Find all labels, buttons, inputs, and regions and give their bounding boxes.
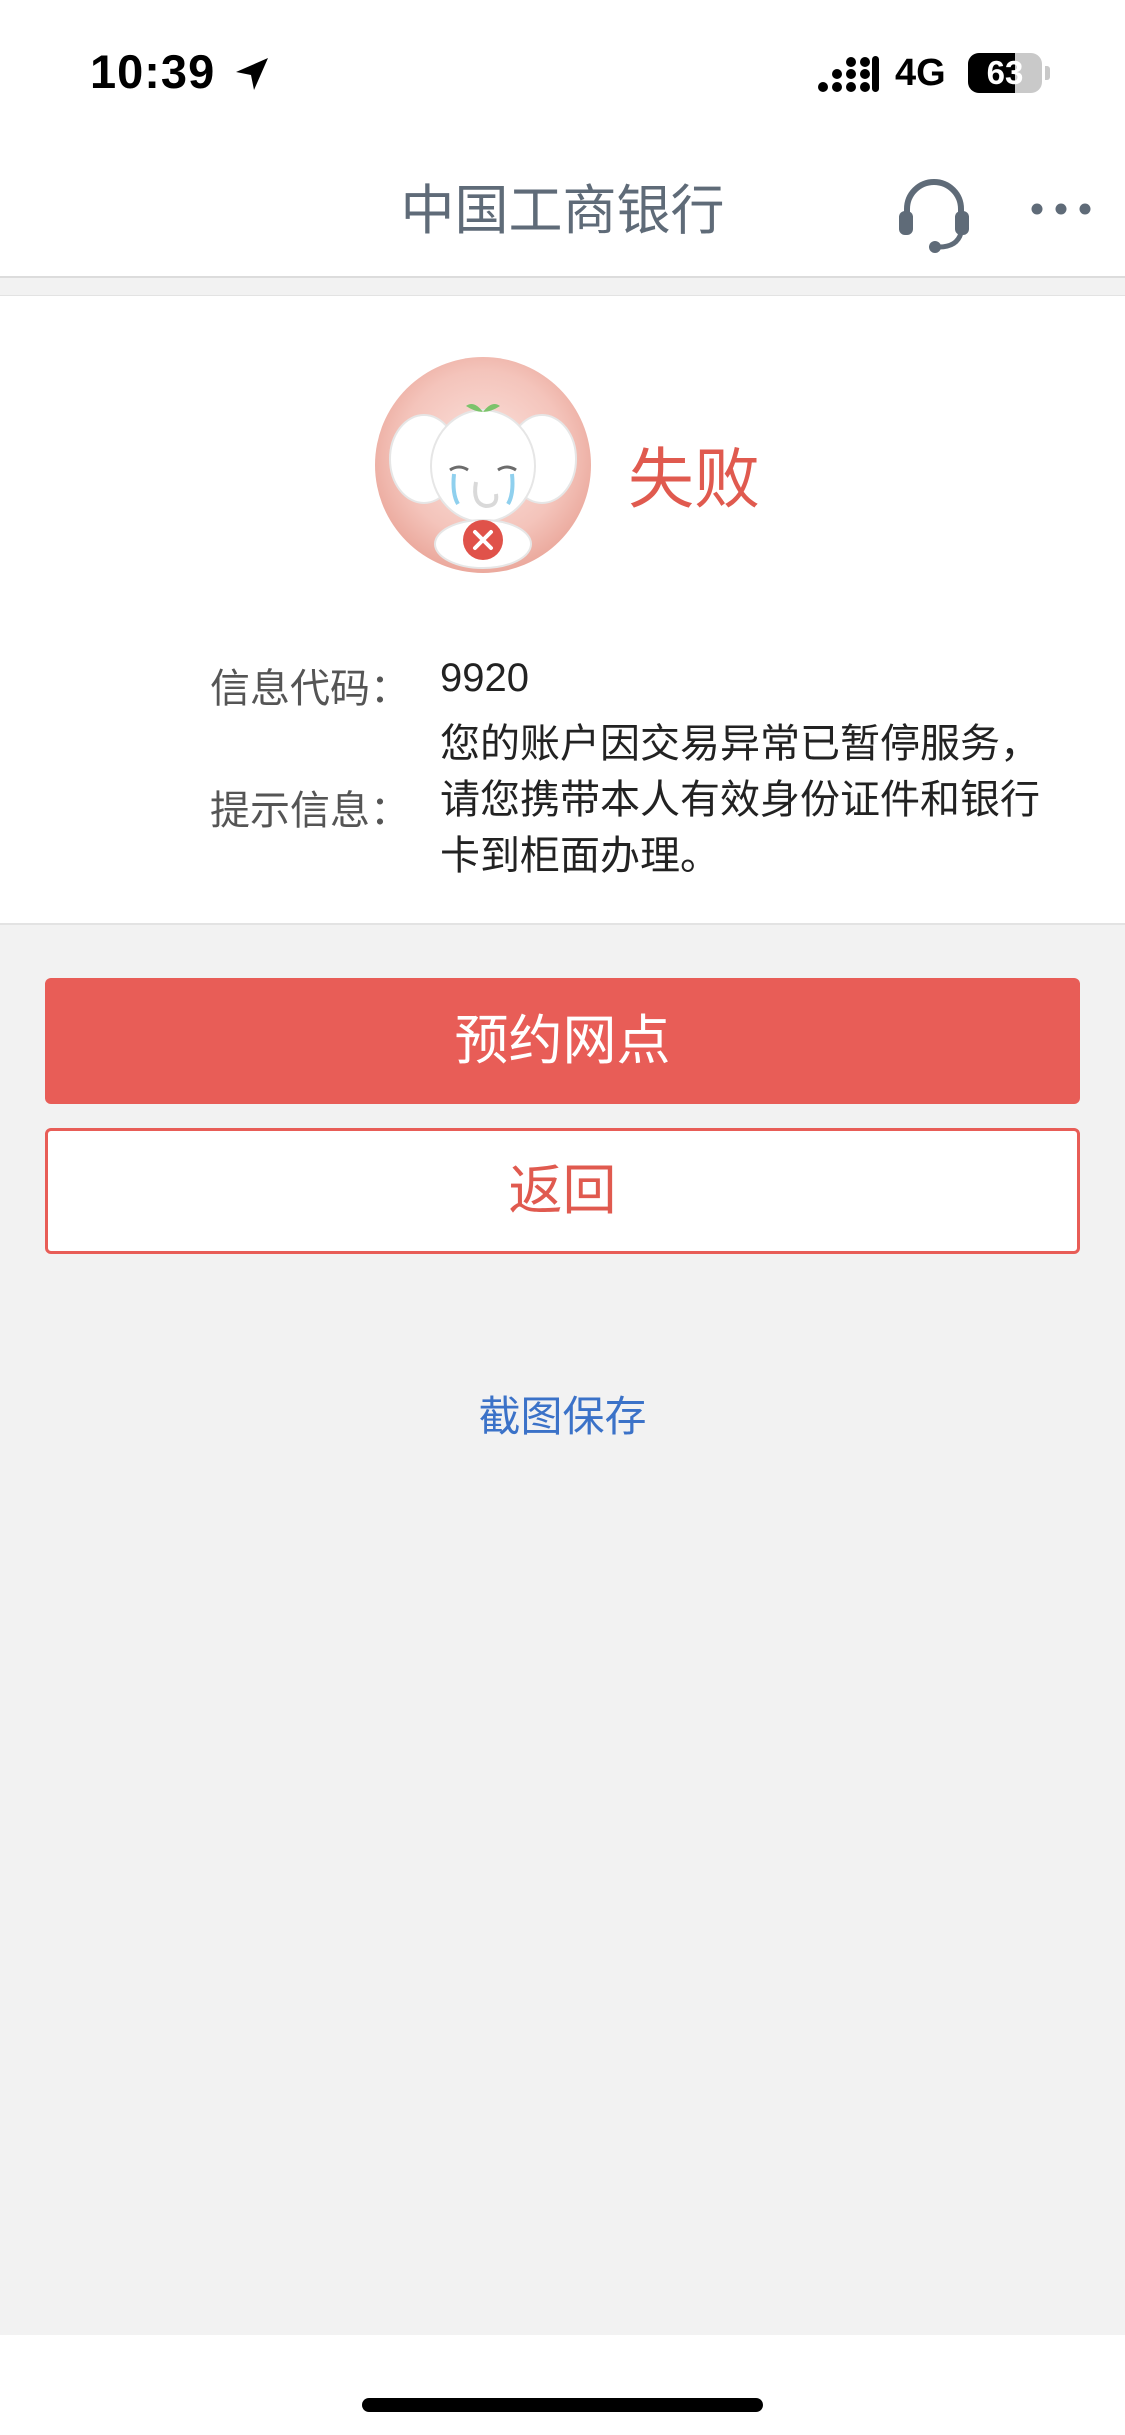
info-code-value: 9920 (440, 656, 529, 700)
status-bar: 10:39 4G 63 (0, 0, 1125, 145)
battery-level: 63 (986, 54, 1024, 91)
result-card: 失败 信息代码： 9920 提示信息： 您的账户因交易异常已暂停服务，请您携带本… (0, 295, 1125, 925)
back-button[interactable]: 返回 (45, 1128, 1080, 1254)
status-time: 10:39 (90, 45, 216, 98)
battery-icon: 63 (968, 53, 1050, 93)
nav-bar: 中国工商银行 (0, 145, 1125, 278)
save-screenshot-link[interactable]: 截图保存 (0, 1383, 1125, 1444)
info-code-row: 信息代码： 9920 (0, 656, 1125, 716)
info-code-label: 信息代码： (210, 667, 410, 711)
result-status-title: 失败 (628, 442, 760, 516)
book-branch-button[interactable]: 预约网点 (45, 978, 1080, 1104)
signal-strength-icon (818, 56, 879, 92)
home-indicator[interactable] (362, 2398, 763, 2412)
bottom-bar (0, 2335, 1125, 2435)
crying-elephant-mascot (375, 357, 591, 573)
network-type: 4G (895, 52, 946, 94)
location-arrow-icon (236, 58, 268, 90)
info-message-row: 提示信息： 您的账户因交易异常已暂停服务，请您携带本人有效身份证件和银行卡到柜面… (0, 716, 1125, 886)
more-dots-icon[interactable] (1030, 197, 1092, 221)
info-message-label: 提示信息： (210, 789, 410, 833)
info-message-value: 您的账户因交易异常已暂停服务，请您携带本人有效身份证件和银行卡到柜面办理。 (440, 722, 1040, 878)
headset-icon[interactable] (895, 171, 973, 253)
